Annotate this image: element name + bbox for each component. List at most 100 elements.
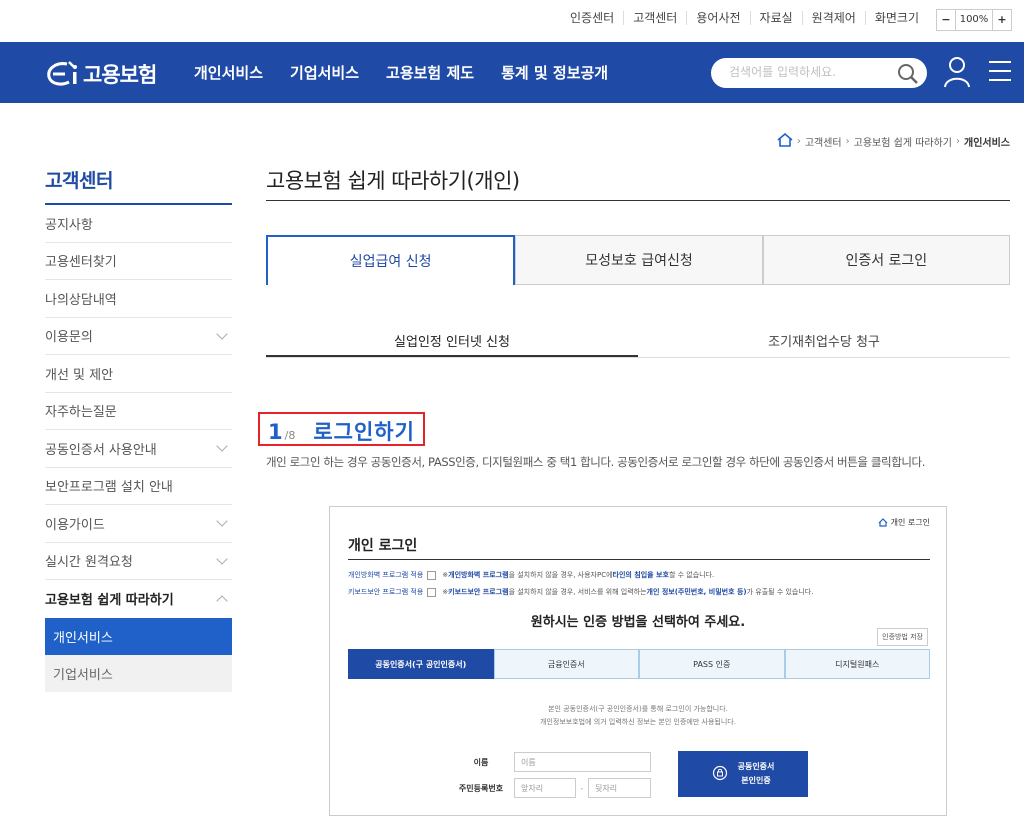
option-note: 을 설치하지 않을 경우, 사용자PC에 [508, 571, 613, 579]
title-divider [266, 200, 1010, 201]
chevron-up-icon [216, 595, 228, 607]
step-description: 개인 로그인 하는 경우 공동인증서, PASS인증, 디지털원패스 중 택1 … [266, 455, 925, 469]
main-tabs: 실업급여 신청 모성보호 급여신청 인증서 로그인 [266, 235, 1010, 285]
util-link-glossary[interactable]: 용어사전 [686, 11, 749, 25]
example-name-row: 이름 이름 [448, 752, 651, 772]
site-logo[interactable]: 고용보험 [45, 59, 157, 89]
example-rrn-dash: - [580, 783, 584, 793]
sidebar-item-label: 자주하는질문 [45, 405, 117, 421]
tab-certificate-login[interactable]: 인증서 로그인 [762, 235, 1010, 285]
sidebar-item-label: 공동인증서 사용안내 [45, 442, 157, 458]
util-link-library[interactable]: 자료실 [749, 11, 802, 25]
logo-mark-icon [45, 60, 81, 88]
sidebar-item-security-install[interactable]: 보안프로그램 설치 안내 [45, 468, 232, 505]
menu-business-service[interactable]: 기업서비스 [290, 62, 359, 83]
step-label: 로그인하기 [313, 420, 415, 444]
chevron-down-icon [216, 440, 228, 452]
tab-unemployment-benefit[interactable]: 실업급여 신청 [266, 235, 516, 285]
example-rrn-row: 주민등록번호 앞자리 - 뒷자리 [448, 778, 651, 798]
page-title: 고용보험 쉽게 따라하기(개인) [266, 169, 520, 193]
search-box [711, 58, 927, 88]
cert-button-line2: 본인인증 [741, 776, 771, 785]
step-total: /8 [284, 429, 296, 442]
option-note-emph: 개인 정보(주민번호, 비밀번호 등) [646, 588, 747, 596]
example-title-divider [348, 559, 930, 560]
sidebar-item-inquiry[interactable]: 이용문의 [45, 318, 232, 355]
step-heading: 1 /8 로그인하기 [258, 412, 425, 446]
breadcrumb: › 고객센터 › 고용보험 쉽게 따라하기 › 개인서비스 [777, 132, 1010, 150]
sidebar-item-label: 보안프로그램 설치 안내 [45, 480, 173, 496]
checkbox [427, 587, 437, 597]
example-name-field: 이름 [514, 752, 651, 772]
zoom-out-button[interactable]: − [937, 10, 955, 30]
example-info-line: 개인정보보호법에 의거 입력하신 정보는 본인 인증에만 사용됩니다. [540, 718, 736, 726]
sidebar-item-suggestions[interactable]: 개선 및 제안 [45, 355, 232, 393]
breadcrumb-item[interactable]: 고용보험 쉽게 따라하기 [854, 134, 952, 149]
main-menu: 개인서비스 기업서비스 고용보험 제도 통계 및 정보공개 [194, 62, 608, 83]
util-link-cert-center[interactable]: 인증센터 [561, 11, 623, 25]
util-label-screen-size: 화면크기 [864, 11, 928, 25]
search-icon[interactable] [897, 63, 919, 89]
util-link-remote-control[interactable]: 원격제어 [801, 11, 865, 25]
zoom-in-button[interactable]: + [993, 10, 1011, 30]
sidebar-title: 고객센터 [45, 166, 232, 205]
user-icon[interactable] [944, 56, 970, 92]
checkbox [427, 570, 437, 580]
sidebar-item-usage-guide[interactable]: 이용가이드 [45, 505, 232, 543]
example-method-financial-cert: 금융인증서 [493, 649, 639, 679]
option-note-emph: 키보드보안 프로그램 [448, 588, 509, 596]
example-home-link: 개인 로그인 [878, 517, 930, 528]
menu-personal-service[interactable]: 개인서비스 [194, 62, 263, 83]
example-option-firewall: 개인방화벽 프로그램 적용 ※ 개인방화벽 프로그램 을 설치하지 않을 경우,… [348, 570, 714, 580]
sidebar-item-certificate-guide[interactable]: 공동인증서 사용안내 [45, 430, 232, 468]
example-rrn-back-field: 뒷자리 [588, 778, 651, 798]
subtab-unemployment-recognition[interactable]: 실업인정 인터넷 신청 [266, 322, 638, 357]
breadcrumb-item[interactable]: 고객센터 [805, 134, 842, 149]
example-info-line: 본인 공동인증서(구 공인인증서)를 통해 로그인이 가능합니다. [548, 705, 728, 713]
search-input[interactable] [729, 65, 889, 79]
utility-bar: 인증센터 고객센터 용어사전 자료실 원격제어 화면크기 − 100% + [0, 0, 1024, 42]
sidebar-item-label: 공지사항 [45, 217, 93, 233]
example-name-label: 이름 [473, 757, 489, 767]
sidebar-item-faq[interactable]: 자주하는질문 [45, 393, 232, 430]
option-note: 할 수 없습니다. [668, 571, 715, 579]
chevron-down-icon [216, 328, 228, 340]
sidebar-item-label: 나의상담내역 [45, 292, 117, 308]
sidebar-item-label: 고용보험 쉽게 따라하기 [45, 593, 174, 609]
example-rrn-label: 주민등록번호 [458, 783, 504, 793]
step-number: 1 [268, 420, 283, 444]
sidebar-subitem-personal[interactable]: 개인서비스 [45, 617, 232, 655]
example-method-tabs: 공동인증서(구 공인인증서) 금융인증서 PASS 인증 디지털원패스 [348, 649, 930, 679]
sidebar-item-find-center[interactable]: 고용센터찾기 [45, 243, 232, 280]
breadcrumb-separator: › [956, 136, 960, 147]
sidebar-item-easy-guide[interactable]: 고용보험 쉽게 따라하기 [45, 580, 232, 618]
option-note-emph: 타인의 침입을 보호 [612, 571, 669, 579]
sidebar-subitem-business[interactable]: 기업서비스 [45, 654, 232, 692]
menu-statistics[interactable]: 통계 및 정보공개 [501, 62, 608, 83]
sidebar-item-my-consultations[interactable]: 나의상담내역 [45, 280, 232, 318]
sidebar-item-label: 개선 및 제안 [45, 367, 114, 383]
zoom-value: 100% [955, 10, 993, 30]
cert-button-text: 공동인증서 본인인증 [738, 760, 775, 788]
global-nav: 고용보험 개인서비스 기업서비스 고용보험 제도 통계 및 정보공개 [0, 42, 1024, 103]
breadcrumb-separator: › [796, 136, 801, 147]
sidebar-item-label: 실시간 원격요청 [45, 555, 133, 571]
login-example-image: 개인 로그인 개인 로그인 개인방화벽 프로그램 적용 ※ 개인방화벽 프로그램… [329, 506, 947, 816]
home-icon[interactable] [777, 132, 793, 150]
sidebar-item-remote-request[interactable]: 실시간 원격요청 [45, 543, 232, 580]
hamburger-menu-icon[interactable] [988, 60, 1012, 86]
option-note-emph: 개인방화벽 프로그램 [448, 571, 509, 579]
home-icon [878, 518, 888, 527]
breadcrumb-separator: › [845, 136, 850, 147]
logo-text: 고용보험 [83, 63, 157, 87]
certificate-icon [712, 765, 728, 783]
example-title: 개인 로그인 [348, 538, 418, 554]
sidebar-item-notice[interactable]: 공지사항 [45, 205, 232, 243]
util-link-customer-center[interactable]: 고객센터 [623, 11, 686, 25]
example-home-label: 개인 로그인 [890, 518, 930, 527]
menu-insurance-system[interactable]: 고용보험 제도 [386, 62, 474, 83]
subtab-early-reemployment[interactable]: 조기재취업수당 청구 [638, 322, 1010, 357]
example-option-keyboard: 키보드보안 프로그램 적용 ※ 키보드보안 프로그램 을 설치하지 않을 경우,… [348, 587, 813, 597]
sidebar-item-label: 이용문의 [45, 330, 93, 346]
tab-maternity-benefit[interactable]: 모성보호 급여신청 [515, 235, 763, 285]
